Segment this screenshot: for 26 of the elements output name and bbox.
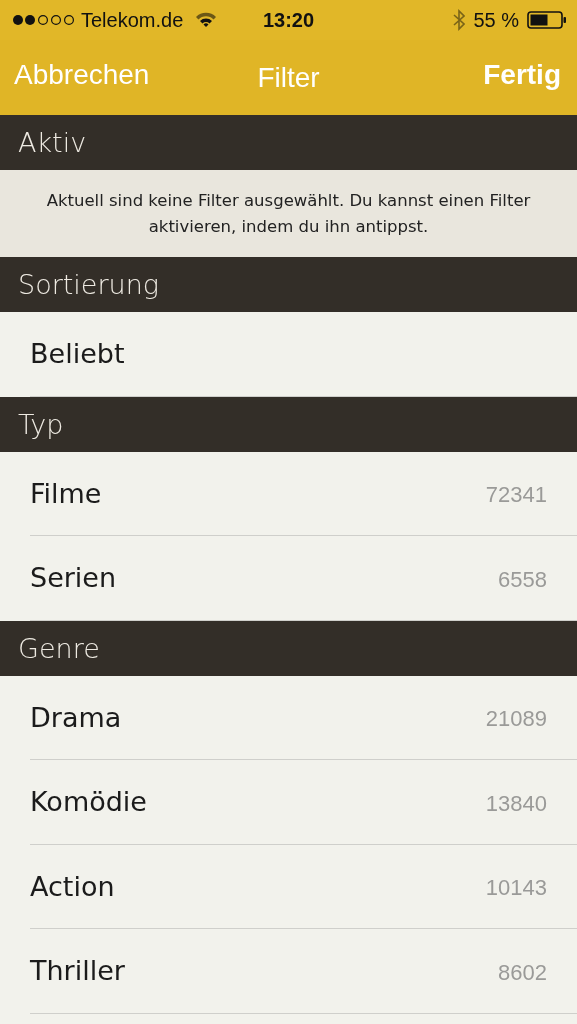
result-count: 13840 <box>485 789 547 817</box>
filter-option[interactable]: Komödie <box>30 786 147 818</box>
wifi-icon <box>195 12 218 28</box>
result-count: 8602 <box>498 958 547 986</box>
battery-percent: 55 % <box>473 8 519 32</box>
filter-option[interactable]: Thriller <box>30 955 125 987</box>
section-header: Sortierung <box>18 269 159 300</box>
result-count: 6558 <box>498 565 547 593</box>
signal-icon <box>12 14 75 26</box>
carrier-name: Telekom.de <box>81 8 184 32</box>
section-header: Genre <box>18 632 100 664</box>
battery-icon <box>527 11 567 29</box>
section-header: Aktiv <box>18 127 87 158</box>
result-count: 21089 <box>485 705 547 733</box>
filter-option[interactable]: Beliebt <box>30 338 125 370</box>
section-header: Typ <box>18 408 64 440</box>
filter-option[interactable]: Serien <box>30 562 117 594</box>
result-count: 72341 <box>485 481 547 509</box>
clock-time: 13:20 <box>262 8 315 31</box>
filter-option[interactable]: Action <box>30 870 115 902</box>
result-count: 10143 <box>485 874 547 902</box>
filter-option[interactable]: Drama <box>30 701 122 733</box>
nav-title: Filter <box>257 62 320 93</box>
bluetooth-icon <box>453 9 466 31</box>
notice-text: Aktuell sind keine Filter ausgewählt. Du kannst einen Filter aktivieren, indem du ihn antippst. <box>0 170 577 257</box>
filter-option[interactable]: Filme <box>30 477 102 509</box>
